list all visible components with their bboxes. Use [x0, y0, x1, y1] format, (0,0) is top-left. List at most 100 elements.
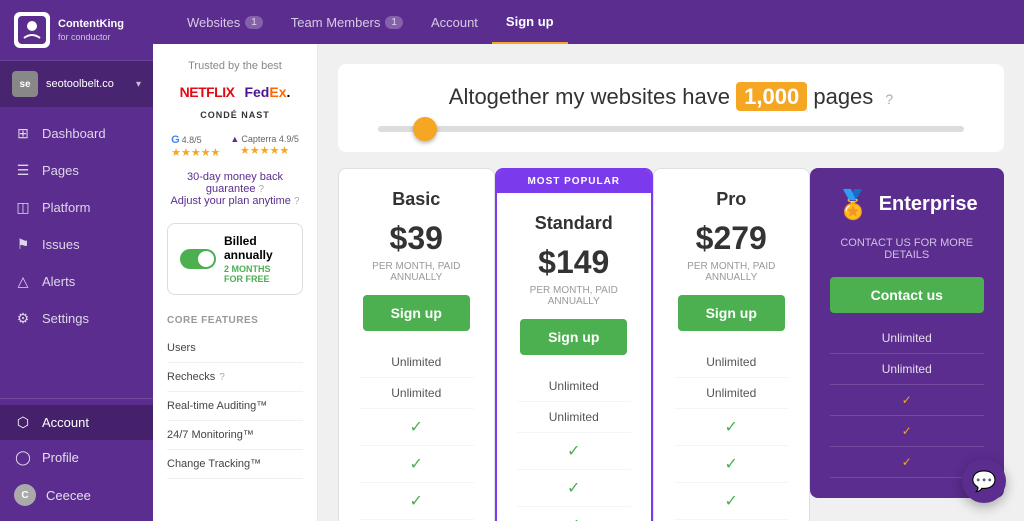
sidebar-item-ceecee[interactable]: C Ceecee — [0, 475, 153, 515]
guarantee-text: 30-day money back guarantee ? — [167, 171, 303, 195]
enterprise-title: Enterprise — [879, 193, 978, 216]
tab-team-members[interactable]: Team Members 1 — [277, 0, 417, 44]
sidebar-item-settings[interactable]: ⚙ Settings — [0, 300, 153, 337]
pages-icon: ☰ — [14, 162, 32, 179]
pro-tracking: ✓ — [674, 483, 789, 520]
plan-period-basic: PER MONTH, PAID ANNUALLY — [359, 261, 474, 283]
logo-text: ContentKing — [58, 18, 124, 31]
tab-signup[interactable]: Sign up — [492, 0, 568, 44]
billing-sub: 2 MONTHS FOR FREE — [224, 264, 290, 284]
plan-basic: Basic $39 PER MONTH, PAID ANNUALLY Sign … — [338, 168, 495, 521]
settings-icon: ⚙ — [14, 310, 32, 327]
sidebar-item-label: Settings — [42, 311, 89, 326]
chat-button[interactable]: 💬 — [962, 459, 1006, 503]
standard-rechecks: Unlimited — [517, 402, 632, 433]
platform-icon: ◫ — [14, 199, 32, 216]
sidebar-item-account[interactable]: ⬡ Account — [0, 405, 153, 440]
profile-icon: ◯ — [14, 449, 32, 466]
left-panel: Trusted by the best NETFLIX FedEx. CONDÉ… — [153, 44, 318, 521]
google-rating: G 4.8/5 ★★★★★ — [171, 134, 220, 159]
basic-realtime: ✓ — [359, 409, 474, 446]
tab-account[interactable]: Account — [417, 0, 492, 44]
card-features-pro: Unlimited Unlimited ✓ ✓ ✓ — [654, 347, 809, 521]
logo-icon — [14, 12, 50, 48]
sidebar-item-dashboard[interactable]: ⊞ Dashboard — [0, 115, 153, 152]
sidebar-item-platform[interactable]: ◫ Platform — [0, 189, 153, 226]
plan-name-basic: Basic — [359, 189, 474, 210]
sidebar-item-label: Pages — [42, 163, 79, 178]
pro-users: Unlimited — [674, 347, 789, 378]
signup-button-pro[interactable]: Sign up — [678, 295, 785, 331]
sidebar: ContentKing for conductor se seotoolbelt… — [0, 0, 153, 521]
sidebar-item-pages[interactable]: ☰ Pages — [0, 152, 153, 189]
slider-thumb[interactable] — [413, 117, 437, 141]
issues-icon: ⚑ — [14, 236, 32, 253]
tab-websites[interactable]: Websites 1 — [173, 0, 277, 44]
sidebar-item-profile[interactable]: ◯ Profile — [0, 440, 153, 475]
adjust-help-icon[interactable]: ? — [294, 196, 300, 207]
main-content: Websites 1 Team Members 1 Account Sign u… — [153, 0, 1024, 521]
pricing-area: Altogether my websites have 1,000 pages … — [318, 44, 1024, 521]
basic-monitoring: ✓ — [359, 446, 474, 483]
slider-container — [368, 126, 974, 132]
card-features-basic: Unlimited Unlimited ✓ ✓ ✓ — [339, 347, 494, 521]
websites-badge: 1 — [245, 16, 263, 29]
pricing-cards: Basic $39 PER MONTH, PAID ANNUALLY Sign … — [338, 168, 1004, 521]
google-stars: ★★★★★ — [171, 146, 220, 159]
plan-enterprise: 🏅 Enterprise CONTACT US FOR MORE DETAILS… — [810, 168, 1005, 498]
basic-rechecks: Unlimited — [359, 378, 474, 409]
feature-tracking: Change Tracking™ — [167, 450, 303, 479]
rechecks-help-icon[interactable]: ? — [219, 372, 225, 383]
brand-row-1: NETFLIX FedEx. — [167, 84, 303, 100]
fedex-logo: FedEx. — [244, 84, 290, 100]
plan-name-pro: Pro — [674, 189, 789, 210]
billing-switch[interactable] — [180, 249, 216, 269]
popular-badge: MOST POPULAR — [497, 170, 652, 193]
logo-sub: for conductor — [58, 32, 124, 42]
billing-label: Billed annually — [224, 234, 290, 262]
workspace-name: seotoolbelt.co — [46, 78, 128, 90]
trusted-title: Trusted by the best — [167, 60, 303, 72]
sidebar-item-label: Ceecee — [46, 488, 91, 503]
content-area: Trusted by the best NETFLIX FedEx. CONDÉ… — [153, 44, 1024, 521]
top-navigation: Websites 1 Team Members 1 Account Sign u… — [153, 0, 1024, 44]
pro-realtime: ✓ — [674, 409, 789, 446]
plan-price-standard: $149 — [517, 244, 632, 281]
signup-button-standard[interactable]: Sign up — [520, 319, 627, 355]
enterprise-realtime: ✓ — [830, 385, 985, 416]
sidebar-item-alerts[interactable]: △ Alerts — [0, 263, 153, 300]
plan-period-standard: PER MONTH, PAID ANNUALLY — [517, 285, 632, 307]
sidebar-item-label: Dashboard — [42, 126, 106, 141]
account-icon: ⬡ — [14, 414, 32, 431]
feature-monitoring: 24/7 Monitoring™ — [167, 421, 303, 450]
feature-users: Users — [167, 334, 303, 363]
signup-button-basic[interactable]: Sign up — [363, 295, 470, 331]
feature-list: Users Rechecks ? Real-time Auditing™ 24/… — [167, 334, 303, 479]
enterprise-desc: CONTACT US FOR MORE DETAILS — [830, 237, 985, 261]
team-badge: 1 — [385, 16, 403, 29]
standard-users: Unlimited — [517, 371, 632, 402]
workspace-selector[interactable]: se seotoolbelt.co ▾ — [0, 61, 153, 107]
slider-section: Altogether my websites have 1,000 pages … — [338, 64, 1004, 152]
sidebar-item-issues[interactable]: ⚑ Issues — [0, 226, 153, 263]
sidebar-item-label: Profile — [42, 450, 79, 465]
capterra-rating: ▲ Capterra 4.9/5 ★★★★★ — [230, 134, 298, 159]
sidebar-nav: ⊞ Dashboard ☰ Pages ◫ Platform ⚑ Issues … — [0, 107, 153, 398]
standard-realtime: ✓ — [517, 433, 632, 470]
enterprise-users: Unlimited — [830, 323, 985, 354]
page-count-highlight: 1,000 — [736, 82, 807, 111]
guarantee-section: 30-day money back guarantee ? Adjust you… — [167, 171, 303, 207]
slider-help-icon[interactable]: ? — [885, 91, 893, 107]
standard-monitoring: ✓ — [517, 470, 632, 507]
plan-pro: Pro $279 PER MONTH, PAID ANNUALLY Sign u… — [653, 168, 810, 521]
dashboard-icon: ⊞ — [14, 125, 32, 142]
adjust-text: Adjust your plan anytime ? — [167, 195, 303, 207]
slider-track — [378, 126, 964, 132]
alerts-icon: △ — [14, 273, 32, 290]
core-features-label: CORE FEATURES — [167, 315, 303, 326]
enterprise-tracking: ✓ — [830, 447, 985, 478]
sidebar-item-label: Account — [42, 415, 89, 430]
contact-button[interactable]: Contact us — [830, 277, 985, 313]
workspace-avatar: se — [12, 71, 38, 97]
guarantee-help-icon[interactable]: ? — [259, 184, 265, 195]
